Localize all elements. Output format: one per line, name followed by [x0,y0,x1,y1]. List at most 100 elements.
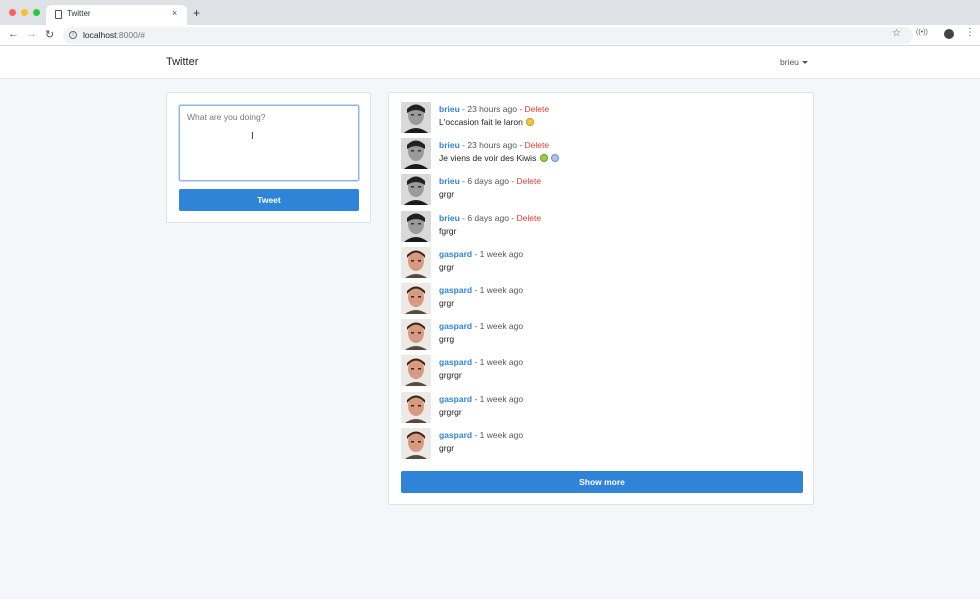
tweet-author-link[interactable]: gaspard [439,321,472,331]
tweet-text: grgr [439,443,454,453]
tweet-header: gaspard - 1 week ago [439,285,523,295]
delete-tweet-link[interactable]: Delete [525,104,550,114]
tweet-item: brieu - 6 days ago - Delete fgrgr [401,210,803,246]
minimize-window-icon[interactable] [21,9,28,16]
user-menu-dropdown[interactable]: brieu [780,57,808,67]
avatar [401,283,431,314]
tweet-item: gaspard - 1 week ago grgrgr [401,354,803,390]
new-tab-icon[interactable]: + [193,6,200,20]
separator: - [472,357,480,368]
tweet-text: grgr [439,189,454,199]
user-name: brieu [780,57,799,67]
tweet-header: gaspard - 1 week ago [439,321,523,331]
back-arrow-icon[interactable]: ← [8,28,19,40]
tab-title: Twitter [67,9,91,18]
caret-down-icon [801,61,808,65]
tweet-item: brieu - 23 hours ago - Delete L'occasion … [401,101,803,137]
tweet-timestamp: 1 week ago [479,248,524,259]
tweet-timestamp: 6 days ago [467,176,509,187]
tweet-author-link[interactable]: brieu [439,213,460,223]
tweet-body: L'occasion fait le laron [439,117,523,127]
tweet-text: L'occasion fait le laron [439,117,535,127]
tweet-body: grgrgr [439,370,462,381]
tweet-author-link[interactable]: brieu [439,176,460,186]
tweet-timestamp: 6 days ago [467,212,509,223]
tweet-text: grrg [439,334,454,344]
tweet-body: Je viens de voir des Kiwis [439,153,537,164]
browser-tabstrip: Twitter × + [0,0,980,25]
browser-tab[interactable]: Twitter × [46,5,187,25]
avatar [401,138,431,170]
app-navbar: Twitter brieu [0,46,980,79]
maximize-window-icon[interactable] [33,9,40,16]
avatar [401,319,431,351]
separator: - [472,248,480,259]
tweet-header: gaspard - 1 week ago [439,357,523,367]
tweet-text: grgrgr [439,407,462,417]
tweet-author-link[interactable]: gaspard [439,249,472,259]
text-cursor-icon: I [251,131,254,142]
cast-icon[interactable]: ((•)) [916,29,928,36]
separator: - [472,429,480,440]
separator: - [508,212,517,223]
tweet-text: grgrgr [439,370,462,380]
tweet-text: fgrgr [439,226,456,236]
tweet-item: gaspard - 1 week ago grrg [401,318,803,354]
forward-arrow-icon[interactable]: → [26,28,37,40]
tweet-timestamp: 1 week ago [479,393,524,404]
delete-tweet-link[interactable]: Delete [517,176,542,186]
show-more-button[interactable]: Show more [401,471,803,493]
tweet-author-link[interactable]: brieu [439,104,460,114]
tweet-item: brieu - 6 days ago - Delete grgr [401,173,803,209]
tweet-header: brieu - 23 hours ago - Delete [439,140,549,150]
tweet-header: brieu - 23 hours ago - Delete [439,104,549,114]
grimace-face-icon [526,118,535,126]
address-bar[interactable]: i localhost:8000/# ☆ [63,27,913,44]
more-menu-icon[interactable]: ⋮ [965,27,975,38]
tab-close-icon[interactable]: × [172,8,177,18]
info-icon[interactable]: i [69,31,77,39]
tweet-header: gaspard - 1 week ago [439,394,523,404]
tweet-timestamp: 1 week ago [479,321,524,332]
bookmark-star-icon[interactable]: ☆ [892,28,901,39]
tweet-timestamp: 23 hours ago [467,104,517,114]
tweet-body: grrg [439,334,455,345]
tweet-item: gaspard - 1 week ago grgrgr [401,391,803,427]
tweet-author-link[interactable]: gaspard [439,285,472,295]
tweet-timestamp: 23 hours ago [467,140,517,151]
tweet-author-link[interactable]: gaspard [439,357,472,367]
document-icon [55,10,62,19]
avatar [401,391,431,423]
avatar [401,246,431,278]
tweet-header: gaspard - 1 week ago [439,249,523,259]
screaming-face-icon [551,154,560,163]
tweet-author-link[interactable]: gaspard [439,430,472,440]
reload-icon[interactable]: ↻ [45,28,54,41]
url-text: localhost:8000/# [83,30,145,40]
account-icon[interactable] [944,29,954,39]
tweet-text: Je viens de voir des Kiwis [439,153,560,164]
tweet-author-link[interactable]: brieu [439,140,460,150]
avatar [401,427,431,459]
tweet-item: gaspard - 1 week ago grgr [401,246,803,282]
tweet-timestamp: 1 week ago [479,285,524,295]
tweet-author-link[interactable]: gaspard [439,394,472,404]
separator: - [472,321,480,332]
url-path: :8000/# [116,30,145,40]
tweet-body: fgrgr [439,225,457,236]
delete-tweet-link[interactable]: Delete [517,213,542,223]
tweet-body: grgr [439,298,455,308]
tweet-button[interactable]: Tweet [179,189,359,211]
avatar [401,174,431,206]
tweet-body: grgr [439,189,455,200]
tweet-body: grgrgr [439,406,462,417]
tweet-timestamp: 1 week ago [479,429,524,440]
brand-link[interactable]: Twitter [166,56,198,68]
separator: - [472,393,480,404]
tweet-input[interactable] [179,105,359,181]
tweet-text: grgr [439,262,454,272]
delete-tweet-link[interactable]: Delete [525,140,550,150]
close-window-icon[interactable] [9,9,16,16]
separator: - [516,104,525,114]
avatar [401,102,431,133]
